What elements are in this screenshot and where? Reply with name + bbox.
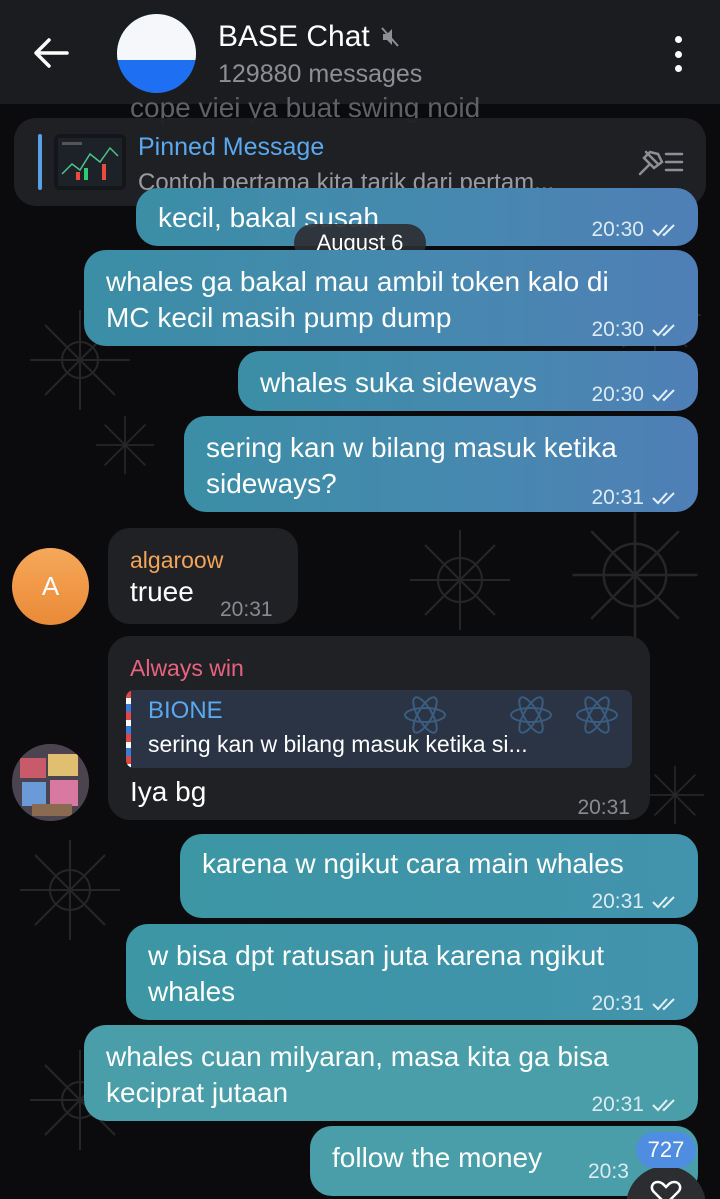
wallpaper-snowflake xyxy=(572,512,698,638)
pinned-thumbnail xyxy=(54,134,126,190)
message-time: 20:30 xyxy=(591,383,644,406)
heart-icon xyxy=(650,1180,682,1199)
message-text: whales cuan milyaran, masa kita ga bisa … xyxy=(106,1041,609,1108)
double-check-icon xyxy=(652,224,675,237)
message-bubble-out[interactable]: sering kan w bilang masuk ketika sideway… xyxy=(184,416,698,512)
unpin-list-icon[interactable] xyxy=(636,144,686,180)
wallpaper-snowflake xyxy=(410,530,510,630)
pinned-title: Pinned Message xyxy=(138,133,325,161)
message-text: whales suka sideways xyxy=(260,367,538,398)
message-time: 20:31 xyxy=(591,486,644,509)
double-check-icon xyxy=(652,896,675,909)
more-options-button[interactable] xyxy=(666,36,690,72)
message-time: 20:31 xyxy=(220,598,273,621)
more-vertical-icon xyxy=(674,36,682,43)
pinned-indicator xyxy=(38,134,42,190)
chat-header: BASE Chat 129880 messages xyxy=(0,0,720,104)
message-time: 20:30 xyxy=(591,218,644,241)
message-bubble-in[interactable]: algaroow truee 20:31 xyxy=(108,528,298,624)
double-check-icon xyxy=(652,389,675,402)
double-check-icon xyxy=(652,998,675,1011)
wallpaper-snowflake xyxy=(95,415,155,475)
message-time: 20:3 xyxy=(588,1160,629,1183)
message-bubble-out[interactable]: karena w ngikut cara main whales 20:31 xyxy=(180,834,698,918)
message-time: 20:31 xyxy=(591,1093,644,1116)
unread-count-badge[interactable]: 727 xyxy=(636,1132,696,1168)
sender-name[interactable]: Always win xyxy=(130,650,244,686)
message-meta: 20:30 xyxy=(591,212,684,248)
message-meta: 20:31 xyxy=(220,592,273,628)
double-check-icon xyxy=(652,324,675,337)
message-time: 20:31 xyxy=(591,992,644,1015)
message-bubble-out[interactable]: whales cuan milyaran, masa kita ga bisa … xyxy=(84,1025,698,1121)
message-text: sering kan w bilang masuk ketika sideway… xyxy=(206,432,617,499)
message-time: 20:31 xyxy=(577,796,630,819)
chat-title-row[interactable]: BASE Chat xyxy=(218,20,400,54)
sender-name[interactable]: algaroow xyxy=(130,542,223,578)
message-text: karena w ngikut cara main whales xyxy=(202,848,624,879)
chat-avatar[interactable] xyxy=(117,14,196,93)
reply-sender: BIONE xyxy=(148,697,223,724)
wallpaper-snowflake xyxy=(645,765,705,825)
message-meta: 20:30 xyxy=(591,312,684,348)
message-text: w bisa dpt ratusan juta karena ngikut wh… xyxy=(148,940,605,1007)
message-bubble-out[interactable]: whales suka sideways 20:30 xyxy=(238,351,698,411)
message-meta: 20:3 xyxy=(588,1154,629,1190)
message-text: follow the money xyxy=(332,1142,543,1173)
message-meta: 20:31 xyxy=(591,480,684,516)
reply-stripe xyxy=(126,690,131,768)
avatar[interactable]: A xyxy=(12,548,89,625)
message-count: 129880 messages xyxy=(218,60,423,88)
message-meta: 20:31 xyxy=(591,986,684,1022)
message-time: 20:30 xyxy=(591,318,644,341)
message-meta: 20:31 xyxy=(591,884,684,920)
message-time: 20:31 xyxy=(591,890,644,913)
chat-title: BASE Chat xyxy=(218,20,370,53)
atom-emoji-icon xyxy=(404,696,446,734)
message-meta: 20:30 xyxy=(591,377,684,413)
avatar[interactable] xyxy=(12,744,89,821)
wallpaper-snowflake xyxy=(20,840,120,940)
reply-text: sering kan w bilang masuk ketika si... xyxy=(148,731,528,757)
message-text: Iya bg xyxy=(130,776,207,807)
double-check-icon xyxy=(652,1099,675,1112)
message-bubble-out[interactable]: whales ga bakal mau ambil token kalo di … xyxy=(84,250,698,346)
message-meta: 20:31 xyxy=(591,1087,684,1123)
atom-emoji-icon xyxy=(576,696,618,734)
reply-quote[interactable]: BIONE sering kan w bilang masuk ketika s… xyxy=(126,690,632,768)
muted-speaker-icon xyxy=(381,27,399,47)
message-bubble-out[interactable]: w bisa dpt ratusan juta karena ngikut wh… xyxy=(126,924,698,1020)
atom-emoji-icon xyxy=(510,696,552,734)
message-text: whales ga bakal mau ambil token kalo di … xyxy=(106,266,609,333)
avatar-letter: A xyxy=(41,571,60,601)
double-check-icon xyxy=(652,492,675,505)
back-arrow-icon xyxy=(34,38,69,68)
message-text: truee xyxy=(130,576,194,607)
back-button[interactable] xyxy=(30,32,72,74)
message-meta: 20:31 xyxy=(577,790,630,826)
